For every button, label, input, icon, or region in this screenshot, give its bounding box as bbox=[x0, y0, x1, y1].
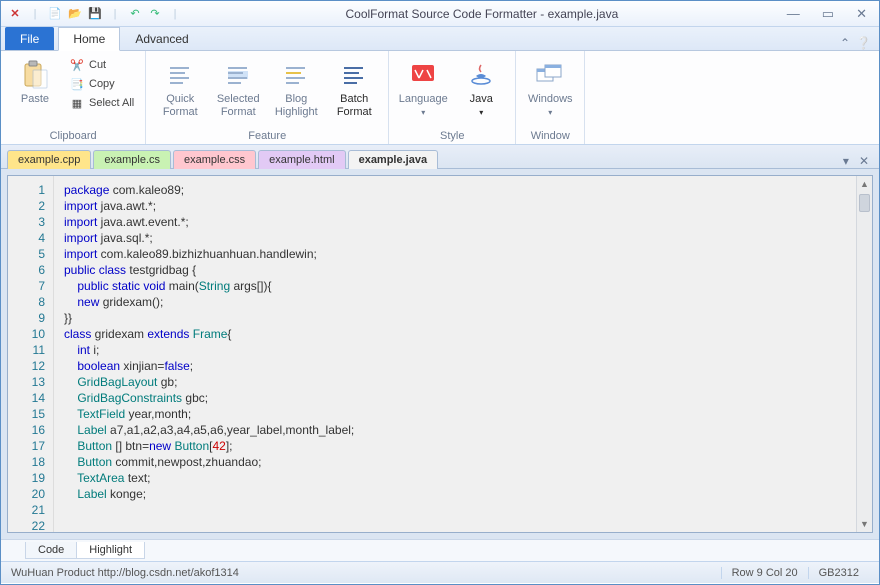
bottom-tab-highlight[interactable]: Highlight bbox=[77, 542, 145, 559]
select-all-button[interactable]: ▦Select All bbox=[67, 95, 137, 111]
java-style-dropdown[interactable]: Java▾ bbox=[455, 55, 507, 118]
quick-format-button[interactable]: Quick Format bbox=[154, 55, 206, 118]
language-icon bbox=[407, 59, 439, 91]
language-dropdown[interactable]: Language▾ bbox=[397, 55, 449, 118]
document-tabs: example.cppexample.csexample.cssexample.… bbox=[1, 145, 879, 169]
line-gutter: 12345678910111213141516171819202122 bbox=[8, 176, 54, 532]
chevron-down-icon: ▾ bbox=[548, 108, 552, 117]
save-icon[interactable]: 💾 bbox=[87, 6, 103, 22]
maximize-icon[interactable]: ▭ bbox=[816, 6, 840, 22]
minimize-icon[interactable]: — bbox=[781, 6, 806, 22]
bottom-tabs: Code Highlight bbox=[1, 539, 879, 561]
ribbon-group-feature: Quick Format Selected Format Blog Highli… bbox=[146, 51, 389, 144]
document-tab[interactable]: example.cs bbox=[93, 150, 171, 169]
ribbon-group-style: Language▾ Java▾ Style bbox=[389, 51, 516, 144]
window-title: CoolFormat Source Code Formatter - examp… bbox=[183, 7, 781, 21]
vertical-scrollbar[interactable]: ▲ ▼ bbox=[856, 176, 872, 532]
ribbon-collapse-icon[interactable]: ⌃ bbox=[840, 36, 850, 50]
tab-file[interactable]: File bbox=[5, 27, 54, 50]
status-bar: WuHuan Product http://blog.csdn.net/akof… bbox=[1, 561, 879, 583]
chevron-down-icon: ▾ bbox=[479, 108, 483, 117]
ribbon-tabs: File Home Advanced ⌃ ❔ bbox=[1, 27, 879, 51]
batch-format-icon bbox=[338, 59, 370, 91]
blog-highlight-button[interactable]: Blog Highlight bbox=[270, 55, 322, 118]
cut-icon: ✂️ bbox=[70, 58, 84, 72]
copy-button[interactable]: 📑Copy bbox=[67, 76, 137, 92]
ribbon-group-label: Style bbox=[397, 128, 507, 142]
close-icon[interactable]: ✕ bbox=[850, 6, 873, 22]
ribbon-group-label: Clipboard bbox=[9, 128, 137, 142]
paste-button[interactable]: Paste bbox=[9, 55, 61, 106]
code-surface[interactable]: package com.kaleo89;import java.awt.*;im… bbox=[54, 176, 856, 532]
sep-icon: | bbox=[107, 6, 123, 22]
app-icon: ✕ bbox=[7, 6, 23, 22]
ribbon-group-label: Window bbox=[524, 128, 576, 142]
status-product: WuHuan Product http://blog.csdn.net/akof… bbox=[11, 567, 239, 579]
windows-icon bbox=[534, 59, 566, 91]
status-encoding: GB2312 bbox=[808, 567, 869, 579]
window-controls: — ▭ ✕ bbox=[781, 6, 873, 22]
scroll-down-icon[interactable]: ▼ bbox=[857, 516, 872, 532]
tab-home[interactable]: Home bbox=[58, 27, 120, 51]
open-icon[interactable]: 📂 bbox=[67, 6, 83, 22]
ribbon-group-window: Windows▾ Window bbox=[516, 51, 585, 144]
sep-icon: | bbox=[167, 6, 183, 22]
cut-button[interactable]: ✂️Cut bbox=[67, 57, 137, 73]
scroll-up-icon[interactable]: ▲ bbox=[857, 176, 872, 192]
ribbon: Paste ✂️Cut 📑Copy ▦Select All Clipboard … bbox=[1, 51, 879, 145]
java-icon bbox=[465, 59, 497, 91]
quick-format-icon bbox=[164, 59, 196, 91]
batch-format-button[interactable]: Batch Format bbox=[328, 55, 380, 118]
titlebar: ✕ | 📄 📂 💾 | ↶ ↷ | CoolFormat Source Code… bbox=[1, 1, 879, 27]
editor-area: 12345678910111213141516171819202122 pack… bbox=[1, 169, 879, 539]
tab-advanced[interactable]: Advanced bbox=[120, 27, 203, 50]
bottom-tab-code[interactable]: Code bbox=[25, 542, 77, 559]
copy-icon: 📑 bbox=[70, 77, 84, 91]
new-icon[interactable]: 📄 bbox=[47, 6, 63, 22]
document-tab[interactable]: example.html bbox=[258, 150, 345, 169]
windows-dropdown[interactable]: Windows▾ bbox=[524, 55, 576, 118]
help-icon[interactable]: ❔ bbox=[856, 36, 871, 50]
scroll-thumb[interactable] bbox=[859, 194, 870, 212]
paste-icon bbox=[19, 59, 51, 91]
document-tab[interactable]: example.cpp bbox=[7, 150, 91, 169]
select-all-icon: ▦ bbox=[70, 96, 84, 110]
ribbon-group-clipboard: Paste ✂️Cut 📑Copy ▦Select All Clipboard bbox=[1, 51, 146, 144]
blog-highlight-icon bbox=[280, 59, 312, 91]
tab-close-icon[interactable]: ✕ bbox=[855, 154, 873, 168]
quick-access-toolbar: ✕ | 📄 📂 💾 | ↶ ↷ | bbox=[7, 6, 183, 22]
chevron-down-icon: ▾ bbox=[421, 108, 425, 117]
selected-format-button[interactable]: Selected Format bbox=[212, 55, 264, 118]
selected-format-icon bbox=[222, 59, 254, 91]
redo-icon[interactable]: ↷ bbox=[147, 6, 163, 22]
ribbon-group-label: Feature bbox=[154, 128, 380, 142]
document-tab[interactable]: example.java bbox=[348, 150, 439, 169]
document-tab[interactable]: example.css bbox=[173, 150, 256, 169]
sep-icon: | bbox=[27, 6, 43, 22]
status-position: Row 9 Col 20 bbox=[721, 567, 808, 579]
undo-icon[interactable]: ↶ bbox=[127, 6, 143, 22]
tab-menu-icon[interactable]: ▾ bbox=[839, 154, 853, 168]
